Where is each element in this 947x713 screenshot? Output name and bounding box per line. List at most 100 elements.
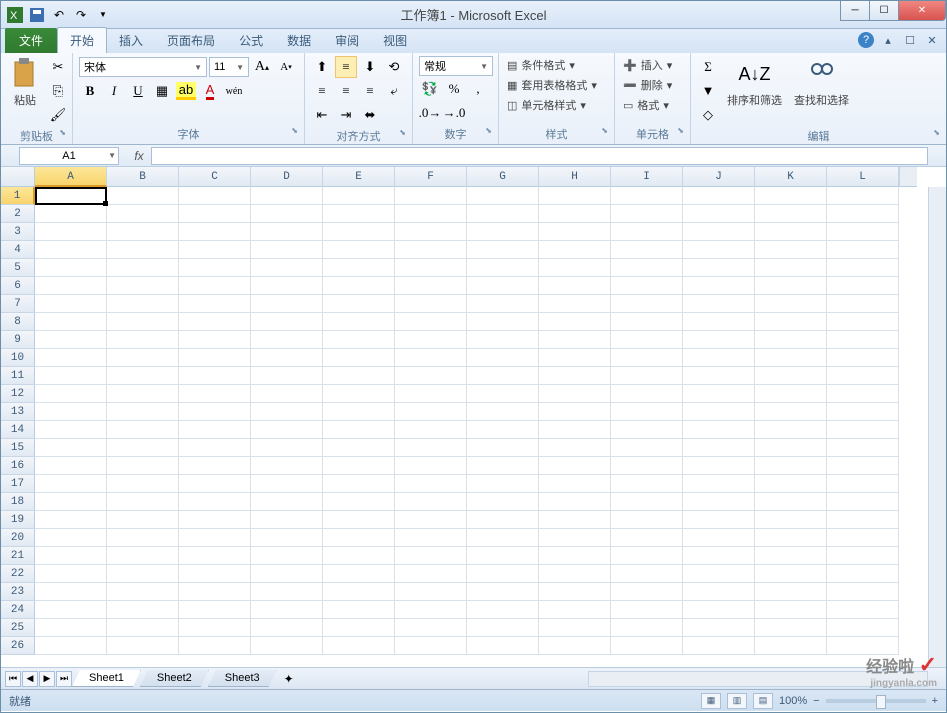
column-header[interactable]: B <box>107 167 179 187</box>
cell[interactable] <box>35 331 107 349</box>
cell[interactable] <box>179 385 251 403</box>
cell[interactable] <box>179 583 251 601</box>
cell[interactable] <box>251 421 323 439</box>
cell[interactable] <box>35 475 107 493</box>
cell[interactable] <box>827 367 899 385</box>
cell[interactable] <box>683 637 755 655</box>
cell[interactable] <box>755 475 827 493</box>
cell[interactable] <box>467 547 539 565</box>
cell[interactable] <box>539 331 611 349</box>
cell[interactable] <box>179 457 251 475</box>
cell[interactable] <box>755 259 827 277</box>
cell[interactable] <box>683 529 755 547</box>
cell[interactable] <box>179 637 251 655</box>
sheet-nav-first[interactable]: ⏮ <box>5 671 21 687</box>
cell[interactable] <box>395 439 467 457</box>
tab-formulas[interactable]: 公式 <box>227 28 275 53</box>
cell[interactable] <box>35 619 107 637</box>
cell[interactable] <box>539 637 611 655</box>
cell[interactable] <box>755 349 827 367</box>
cell[interactable] <box>539 367 611 385</box>
cell[interactable] <box>251 241 323 259</box>
cell[interactable] <box>755 313 827 331</box>
cell[interactable] <box>611 385 683 403</box>
cell[interactable] <box>251 475 323 493</box>
cell[interactable] <box>539 439 611 457</box>
cell[interactable] <box>467 385 539 403</box>
cell[interactable] <box>611 583 683 601</box>
cell[interactable] <box>251 277 323 295</box>
cell[interactable] <box>323 367 395 385</box>
cell[interactable] <box>539 385 611 403</box>
cell[interactable] <box>395 349 467 367</box>
cell[interactable] <box>323 385 395 403</box>
cell[interactable] <box>107 475 179 493</box>
cell[interactable] <box>755 367 827 385</box>
cell[interactable] <box>611 421 683 439</box>
cell[interactable] <box>251 295 323 313</box>
align-middle-icon[interactable]: ≡ <box>335 56 357 78</box>
cell[interactable] <box>611 601 683 619</box>
cell[interactable] <box>467 331 539 349</box>
cell[interactable] <box>395 565 467 583</box>
doc-restore-icon[interactable]: ☐ <box>902 32 918 48</box>
cell[interactable] <box>683 565 755 583</box>
page-layout-view-button[interactable]: ▥ <box>727 693 747 709</box>
border-button[interactable]: ▦ <box>151 80 173 102</box>
row-header[interactable]: 2 <box>1 205 35 223</box>
cell[interactable] <box>107 277 179 295</box>
doc-close-icon[interactable]: ✕ <box>924 32 940 48</box>
column-header[interactable]: E <box>323 167 395 187</box>
align-top-icon[interactable]: ⬆ <box>311 56 333 78</box>
font-size-combo[interactable]: 11▼ <box>209 57 249 77</box>
cell[interactable] <box>323 475 395 493</box>
cell[interactable] <box>467 241 539 259</box>
cell[interactable] <box>539 295 611 313</box>
cell[interactable] <box>827 457 899 475</box>
cell[interactable] <box>611 367 683 385</box>
zoom-out-button[interactable]: − <box>813 695 819 707</box>
cell[interactable] <box>467 457 539 475</box>
cell[interactable] <box>827 277 899 295</box>
table-format-button[interactable]: ▦套用表格格式 ▾ <box>505 76 599 94</box>
cell[interactable] <box>323 223 395 241</box>
row-header[interactable]: 21 <box>1 547 35 565</box>
cell[interactable] <box>755 511 827 529</box>
row-header[interactable]: 19 <box>1 511 35 529</box>
cell[interactable] <box>755 637 827 655</box>
cell[interactable] <box>755 547 827 565</box>
cell[interactable] <box>539 547 611 565</box>
cell[interactable] <box>107 385 179 403</box>
cell[interactable] <box>539 529 611 547</box>
column-header[interactable]: G <box>467 167 539 187</box>
column-header[interactable]: I <box>611 167 683 187</box>
column-header[interactable]: J <box>683 167 755 187</box>
cell[interactable] <box>611 205 683 223</box>
cell[interactable] <box>107 421 179 439</box>
cell[interactable] <box>683 277 755 295</box>
zoom-slider[interactable] <box>826 699 926 703</box>
cell[interactable] <box>395 241 467 259</box>
percent-button[interactable]: % <box>443 78 465 100</box>
cell[interactable] <box>755 277 827 295</box>
cell[interactable] <box>323 583 395 601</box>
row-header[interactable]: 8 <box>1 313 35 331</box>
cell[interactable] <box>179 547 251 565</box>
cell[interactable] <box>827 529 899 547</box>
row-header[interactable]: 18 <box>1 493 35 511</box>
cell[interactable] <box>827 601 899 619</box>
phonetic-button[interactable]: wén <box>223 80 245 102</box>
cell[interactable] <box>251 493 323 511</box>
cell[interactable] <box>755 439 827 457</box>
cell[interactable] <box>179 529 251 547</box>
cell[interactable] <box>323 547 395 565</box>
cell[interactable] <box>683 241 755 259</box>
cell[interactable] <box>323 187 395 205</box>
cell[interactable] <box>323 637 395 655</box>
cell[interactable] <box>107 331 179 349</box>
cell[interactable] <box>539 583 611 601</box>
cell[interactable] <box>611 547 683 565</box>
cell[interactable] <box>323 493 395 511</box>
row-header[interactable]: 11 <box>1 367 35 385</box>
cell[interactable] <box>35 367 107 385</box>
